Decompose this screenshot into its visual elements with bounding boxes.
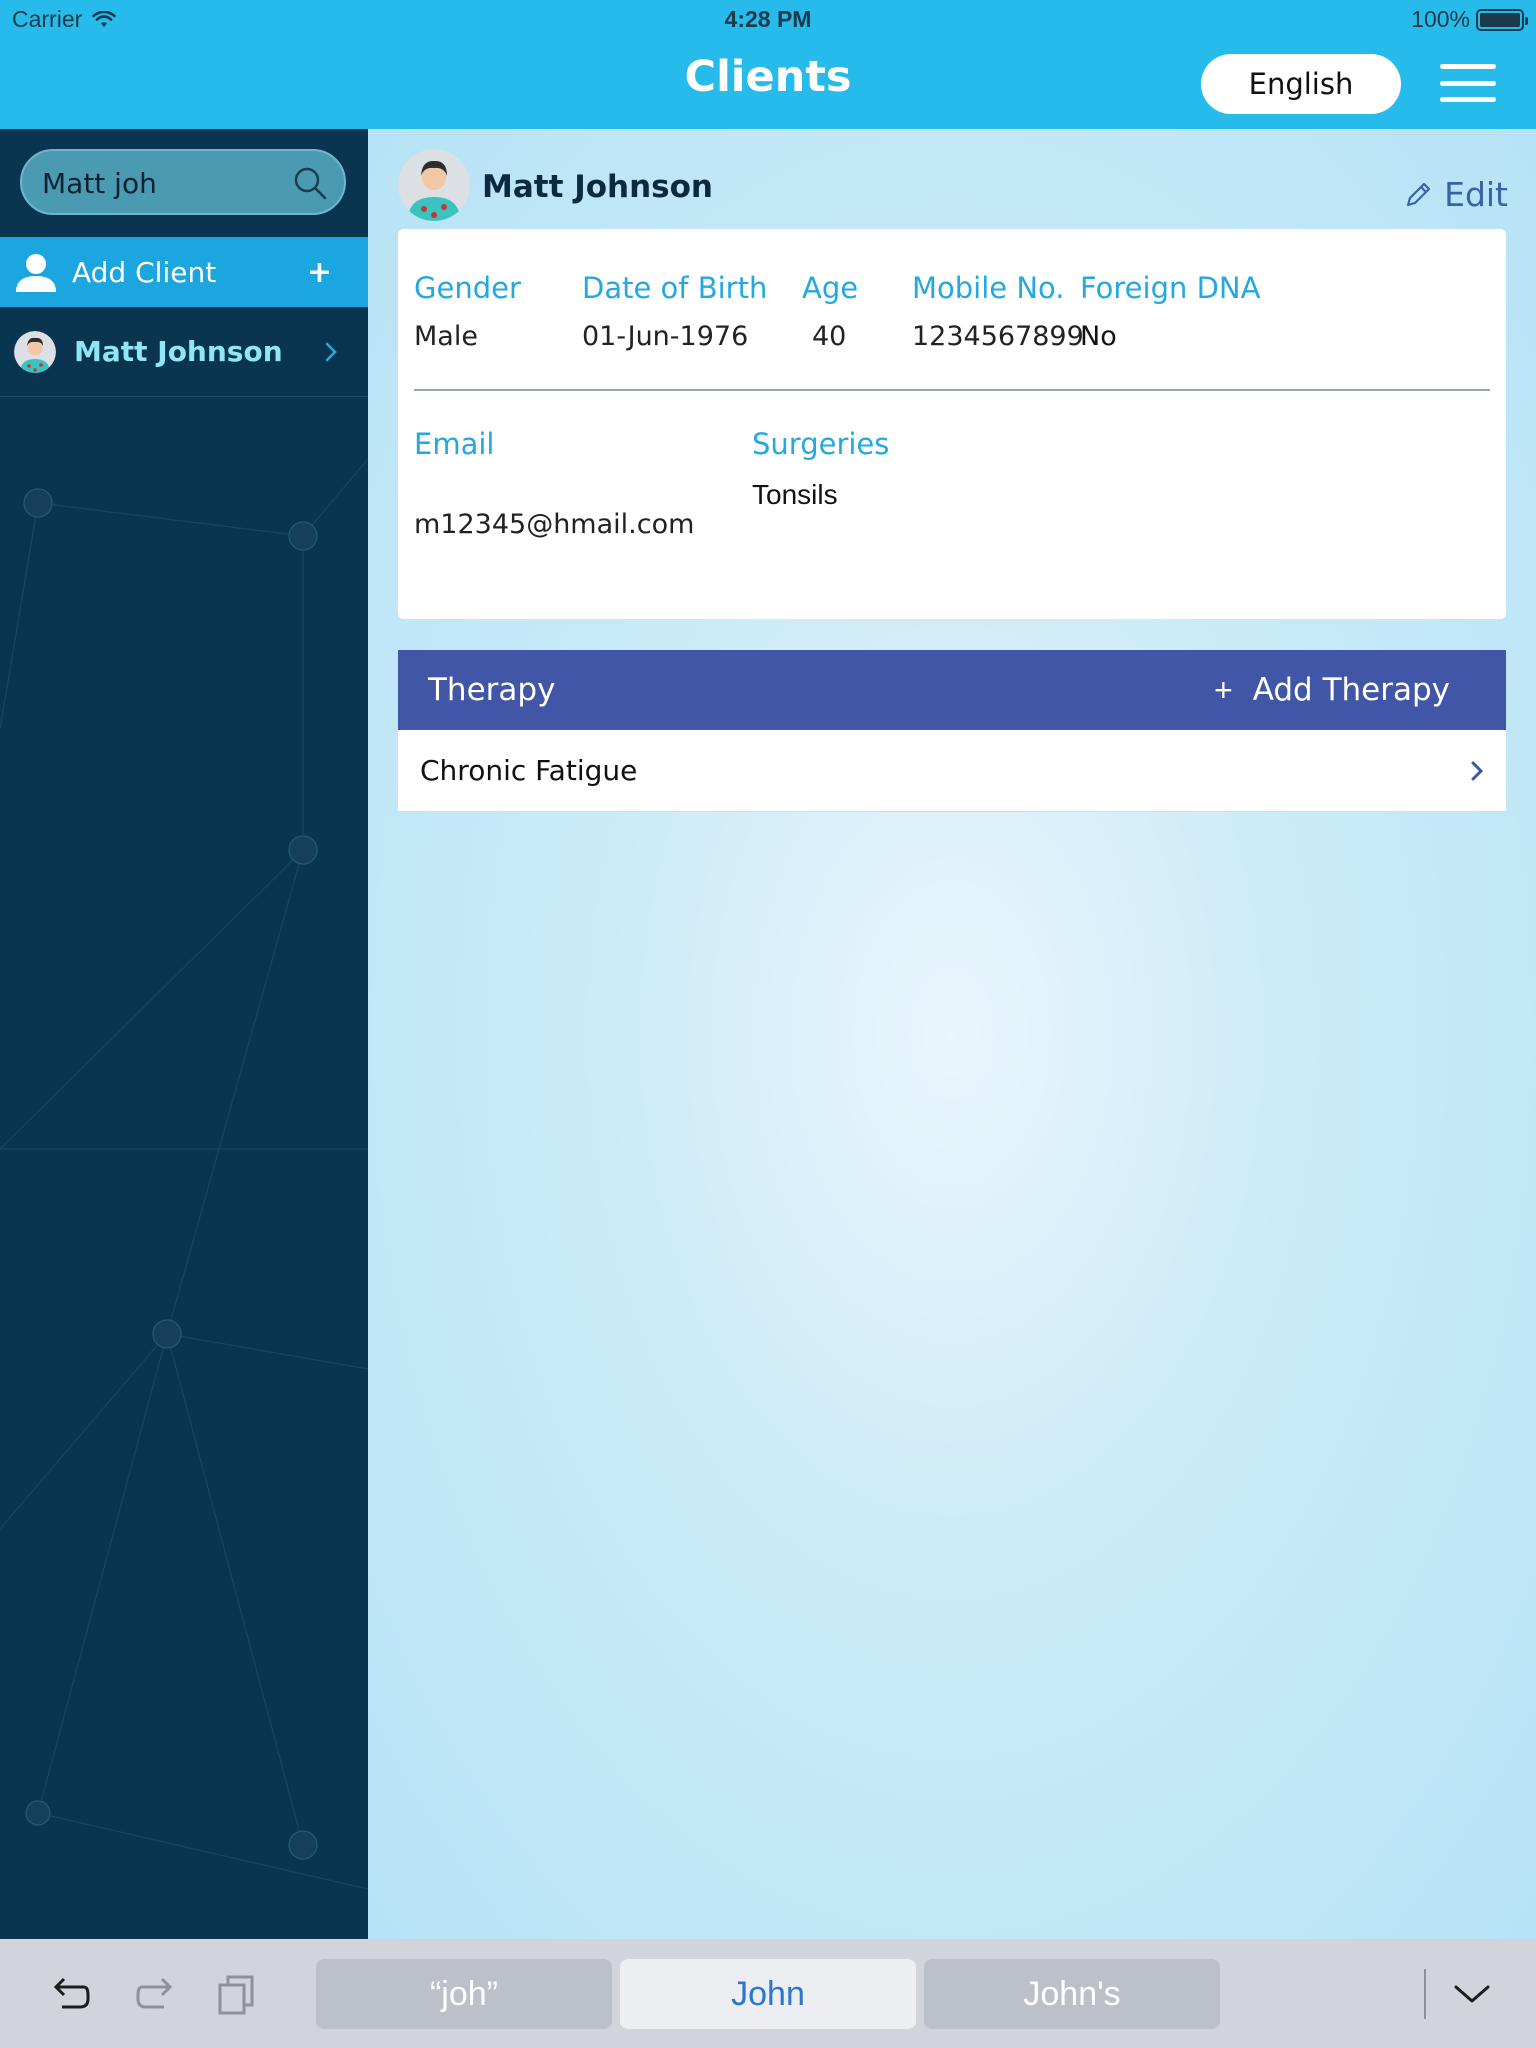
mobile-value: 1234567899	[912, 321, 1084, 352]
search-value: Matt joh	[42, 167, 157, 200]
therapy-item-label: Chronic Fatigue	[420, 754, 638, 787]
divider	[414, 389, 1490, 391]
add-therapy-button[interactable]: + Add Therapy	[1214, 672, 1450, 709]
foreign-dna-label: Foreign DNA	[1080, 271, 1261, 305]
profile-header: Matt Johnson Edit	[398, 149, 1508, 225]
redo-icon[interactable]	[134, 1973, 178, 2017]
add-client-label: Add Client	[72, 255, 217, 289]
paste-icon[interactable]	[216, 1973, 260, 2017]
sidebar: Matt joh Add Client + Matt Johnson	[0, 129, 368, 1939]
avatar	[398, 149, 470, 221]
edit-label: Edit	[1444, 175, 1508, 214]
age-value: 40	[812, 321, 847, 352]
pencil-icon	[1406, 182, 1431, 206]
client-list-item[interactable]: Matt Johnson	[0, 307, 368, 397]
search-input[interactable]: Matt joh	[20, 149, 346, 215]
dob-value: 01-Jun-1976	[582, 321, 749, 352]
user-icon	[16, 254, 56, 292]
age-label: Age	[802, 271, 859, 305]
edit-button[interactable]: Edit	[1402, 175, 1508, 214]
keyboard-suggestion-bar: “joh” John John's	[0, 1939, 1536, 2048]
chevron-right-icon	[1471, 761, 1484, 780]
suggestion-quoted[interactable]: “joh”	[316, 1959, 612, 2029]
battery-icon	[1476, 8, 1528, 31]
client-info-card: Gender Male Date of Birth 01-Jun-1976 Ag…	[398, 229, 1506, 619]
client-profile-name: Matt Johnson	[482, 169, 713, 205]
hamburger-menu-icon[interactable]	[1440, 64, 1496, 102]
add-client-button[interactable]: Add Client +	[0, 237, 368, 307]
surgeries-value: Tonsils	[752, 479, 838, 510]
keyboard-dismiss-icon[interactable]	[1452, 1979, 1492, 2009]
mobile-label: Mobile No.	[912, 271, 1065, 305]
therapy-title: Therapy	[428, 672, 556, 708]
plus-icon: +	[1214, 671, 1233, 708]
therapy-header: Therapy + Add Therapy	[398, 650, 1506, 730]
suggestion-primary[interactable]: John	[620, 1959, 916, 2029]
status-battery: 100%	[1411, 6, 1528, 33]
dob-label: Date of Birth	[582, 271, 768, 305]
add-therapy-label: Add Therapy	[1252, 672, 1450, 708]
client-detail-panel: Matt Johnson Edit Gender Male Date of Bi…	[368, 129, 1536, 1939]
language-button[interactable]: English	[1201, 54, 1401, 114]
email-value: m12345@hmail.com	[414, 509, 695, 540]
header: Carrier 4:28 PM 100% Clients English	[0, 0, 1536, 129]
gender-value: Male	[414, 321, 478, 352]
therapy-list-item[interactable]: Chronic Fatigue	[398, 730, 1506, 812]
search-icon[interactable]	[292, 165, 328, 201]
undo-icon[interactable]	[48, 1973, 92, 2017]
email-label: Email	[414, 427, 495, 461]
status-time: 4:28 PM	[724, 6, 812, 32]
foreign-dna-value: No	[1080, 321, 1117, 352]
avatar	[14, 330, 56, 373]
chevron-right-icon	[325, 342, 337, 361]
plus-icon: +	[306, 254, 332, 290]
divider	[1424, 1969, 1426, 2019]
battery-percent: 100%	[1411, 6, 1470, 32]
surgeries-label: Surgeries	[752, 427, 890, 461]
suggestion-alternate[interactable]: John's	[924, 1959, 1220, 2029]
network-background	[0, 458, 368, 1890]
client-name: Matt Johnson	[74, 335, 283, 368]
gender-label: Gender	[414, 271, 521, 305]
